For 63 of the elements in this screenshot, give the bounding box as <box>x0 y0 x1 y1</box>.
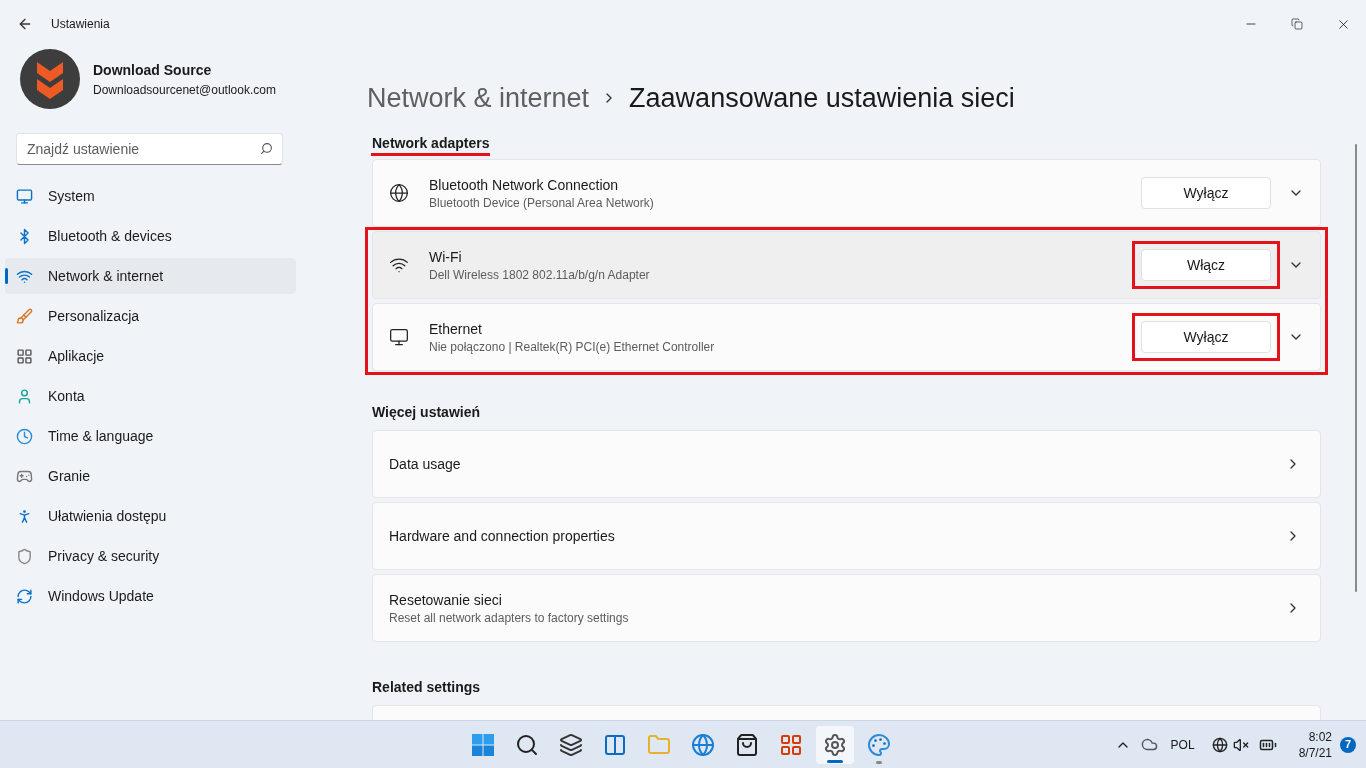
running-indicator <box>827 760 843 763</box>
windows-logo-icon <box>472 734 494 756</box>
running-indicator <box>876 761 882 764</box>
breadcrumb-parent[interactable]: Network & internet <box>367 78 590 119</box>
window-title: Ustawienia <box>51 16 110 32</box>
adapter-description: Nie połączono | Realtek(R) PCI(e) Ethernet Controller <box>429 338 715 355</box>
monitor-icon <box>389 326 409 347</box>
sidebar-item[interactable]: Personalizacja <box>5 298 296 334</box>
restore-icon <box>1291 18 1303 30</box>
clock[interactable]: 8:02 8/7/21 <box>1298 728 1332 761</box>
monitor-icon <box>16 187 33 205</box>
account-name: Download Source <box>93 61 213 80</box>
taskbar-app[interactable] <box>815 725 855 765</box>
cloud-icon[interactable] <box>1140 736 1158 753</box>
account-email: Downloadsourcenet@outlook.com <box>93 82 276 98</box>
person-icon <box>16 387 33 405</box>
adapter-name: Wi-Fi <box>429 247 463 267</box>
sidebar-item[interactable]: Aplikacje <box>5 338 296 374</box>
adapter-name: Bluetooth Network Connection <box>429 175 620 195</box>
gear-icon <box>823 733 847 757</box>
language-indicator[interactable]: POL <box>1170 736 1195 753</box>
search-icon <box>260 142 273 155</box>
settings-link-card[interactable]: Resetowanie sieci Reset all network adapters to factory settings <box>372 573 1321 642</box>
settings-link-card[interactable]: Data usage <box>372 429 1321 498</box>
sidebar-item[interactable]: Konta <box>5 378 296 414</box>
page-title: Zaawansowane ustawienia sieci <box>629 82 1015 115</box>
adapter-name: Ethernet <box>429 319 483 339</box>
palette-icon <box>867 733 891 757</box>
widgets-icon <box>603 733 627 757</box>
shield-icon <box>16 547 33 565</box>
sidebar-item[interactable]: Granie <box>5 458 296 494</box>
sidebar-item[interactable]: Ułatwienia dostępu <box>5 498 296 534</box>
search-icon <box>515 733 539 757</box>
sidebar-item[interactable]: Time & language <box>5 418 296 454</box>
back-icon[interactable] <box>17 16 33 32</box>
settings-link-card[interactable]: Hardware and connection properties <box>372 501 1321 570</box>
sidebar-item[interactable]: Bluetooth & devices <box>5 218 296 254</box>
avatar-logo-icon <box>20 49 80 109</box>
sidebar-item[interactable]: Network & internet <box>5 258 296 294</box>
store-icon <box>735 733 759 757</box>
scrollbar[interactable] <box>1355 144 1357 592</box>
section-heading: Related settings <box>372 677 482 697</box>
adapter-toggle-button[interactable]: Wyłącz <box>1141 176 1271 209</box>
refresh-icon <box>16 587 33 605</box>
notification-badge[interactable]: 7 <box>1340 736 1356 753</box>
adapter-description: Bluetooth Device (Personal Area Network) <box>429 194 654 211</box>
globe-icon <box>389 182 409 203</box>
adapter-description: Dell Wireless 1802 802.11a/b/g/n Adapter <box>429 266 650 283</box>
section-heading: Network adapters <box>371 134 491 156</box>
network-globe-icon[interactable] <box>1211 736 1228 753</box>
setting-description: Reset all network adapters to factory settings <box>389 609 629 626</box>
folder-icon <box>647 733 671 757</box>
muted-speaker-icon[interactable] <box>1232 736 1249 753</box>
brush-icon <box>16 307 33 325</box>
apps-grid-icon <box>16 347 33 365</box>
sidebar-item[interactable]: Windows Update <box>5 578 296 614</box>
sidebar-item[interactable]: System <box>5 178 296 214</box>
adapter-toggle-button[interactable]: Wyłącz <box>1141 320 1271 353</box>
section-heading: Więcej ustawień <box>372 402 482 422</box>
search-field[interactable]: Znajdź ustawienie <box>16 133 283 165</box>
sidebar-item[interactable]: Privacy & security <box>5 538 296 574</box>
selection-indicator <box>5 268 8 284</box>
adapter-toggle-button[interactable]: Włącz <box>1141 248 1271 281</box>
